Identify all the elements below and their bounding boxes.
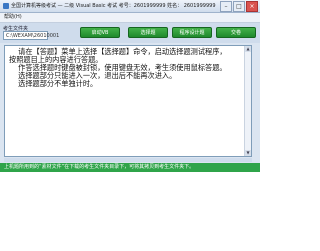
top-panel: 考生文件夹 C:\WEXAM\26010001 启动VB 选择题 程序设计题 交…	[0, 23, 260, 43]
lower-panel	[4, 158, 252, 162]
exam-folder-path: C:\WEXAM\26010001	[3, 31, 59, 40]
vertical-scrollbar[interactable]: ▲ ▼	[244, 46, 251, 156]
menu-help[interactable]: 帮助(H)	[4, 13, 22, 22]
programming-question-button[interactable]: 程序设计题	[172, 27, 212, 38]
window-controls: – □ ×	[220, 1, 258, 12]
minimize-icon[interactable]: –	[220, 1, 232, 12]
close-icon[interactable]: ×	[246, 1, 258, 12]
window-title: 全国计算机等级考试 — 二级 Visual Basic 考试 考号：260199…	[11, 3, 216, 9]
scroll-down-icon[interactable]: ▼	[245, 150, 251, 156]
app-icon	[3, 3, 9, 9]
scroll-up-icon[interactable]: ▲	[245, 46, 251, 52]
status-bar: 上机题所用到的“素材文件”在下载的考生文件夹目录下，可将其拷贝到考生文件夹下。	[0, 163, 260, 172]
submit-exam-button[interactable]: 交卷	[216, 27, 256, 38]
start-vb-button[interactable]: 启动VB	[80, 27, 120, 38]
maximize-icon[interactable]: □	[233, 1, 245, 12]
app-window: 全国计算机等级考试 — 二级 Visual Basic 考试 考号：260199…	[0, 0, 260, 251]
blank-area	[0, 172, 260, 251]
title-bar: 全国计算机等级考试 — 二级 Visual Basic 考试 考号：260199…	[0, 0, 260, 13]
choice-question-button[interactable]: 选择题	[128, 27, 168, 38]
instruction-text-area: 请在【答题】菜单上选择【选择题】命令，启动选择题测试程序， 按照题目上的内容进行…	[4, 45, 252, 157]
instruction-line: 选择题部分不单独计时。	[9, 79, 98, 88]
menu-bar: 帮助(H)	[0, 13, 260, 23]
